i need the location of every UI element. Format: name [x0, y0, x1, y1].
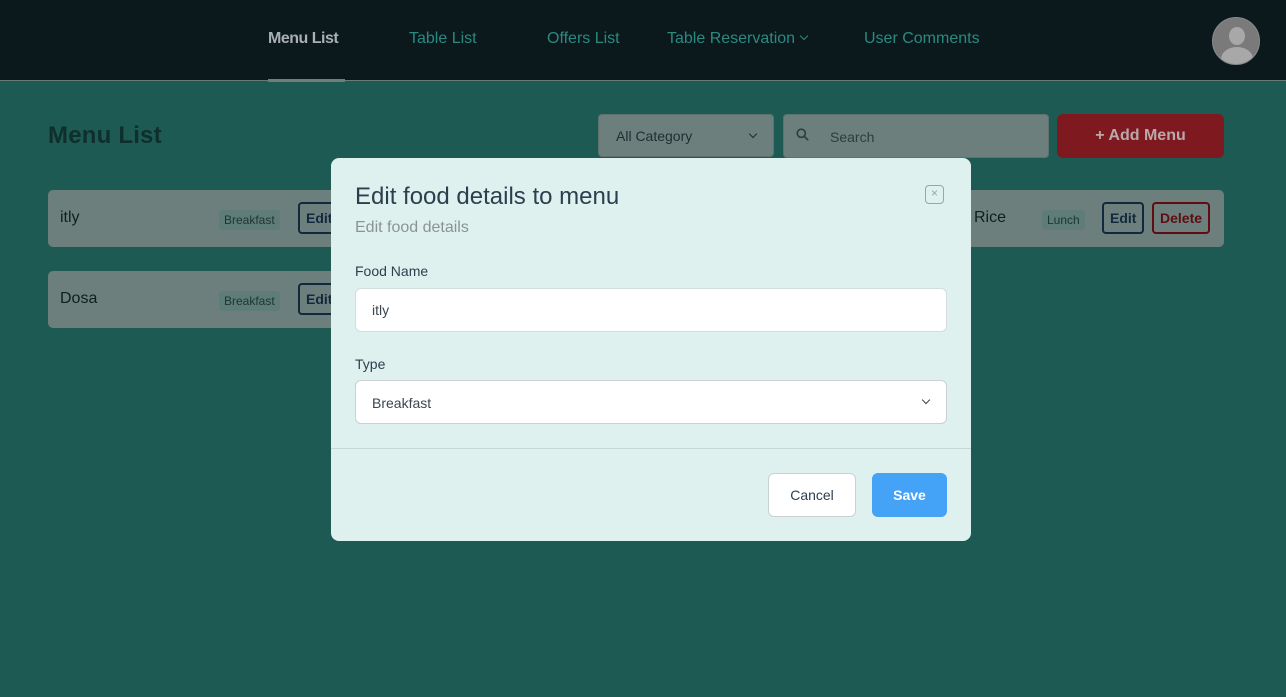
edit-button[interactable]: Edit [1102, 202, 1145, 234]
food-name-input[interactable] [355, 288, 947, 332]
active-tab-indicator [268, 79, 345, 82]
delete-button[interactable]: Delete [1152, 202, 1211, 234]
menu-card: Rice Lunch Edit Delete [940, 190, 1224, 247]
avatar-body [1221, 47, 1253, 64]
nav-item-menu-list[interactable]: Menu List [268, 30, 339, 52]
nav-item-offers-list[interactable]: Offers List [547, 30, 620, 52]
chevron-down-icon [921, 395, 931, 405]
nav-item-table-reservation-label: Table Reservation [667, 30, 796, 47]
type-label: Type [355, 356, 386, 372]
search-box [783, 114, 1049, 158]
avatar-head [1229, 27, 1245, 45]
type-select-value: Breakfast [372, 395, 432, 411]
menu-card: itly Breakfast Edit [48, 190, 348, 247]
user-avatar-icon[interactable] [1212, 17, 1260, 65]
type-select[interactable]: Breakfast [355, 380, 947, 424]
modal-subtitle: Edit food details [355, 219, 469, 236]
modal-footer-divider [331, 448, 971, 449]
save-button[interactable]: Save [872, 473, 947, 517]
menu-card: Dosa Breakfast Edit [48, 271, 348, 328]
menu-card-type-badge: Breakfast [219, 291, 280, 311]
edit-food-modal: Edit food details to menu Edit food deta… [331, 158, 971, 541]
menu-card-name: Rice [974, 209, 1007, 226]
add-menu-button[interactable]: + Add Menu [1057, 114, 1224, 158]
close-icon[interactable]: × [925, 185, 944, 204]
chevron-down-icon [799, 31, 809, 41]
category-filter-select[interactable]: All Category [598, 114, 774, 157]
modal-title: Edit food details to menu [355, 183, 620, 210]
search-icon [796, 128, 809, 141]
category-filter-value: All Category [616, 128, 693, 144]
top-navbar: Menu List Table List Offers List Table R… [0, 0, 1286, 81]
menu-card-type-badge: Breakfast [219, 210, 280, 230]
page-title: Menu List [48, 122, 162, 149]
food-name-label: Food Name [355, 263, 429, 279]
nav-item-user-comments[interactable]: User Comments [864, 30, 980, 52]
cancel-button[interactable]: Cancel [768, 473, 856, 517]
menu-card-type-badge: Lunch [1042, 210, 1085, 230]
menu-card-name: itly [60, 209, 80, 226]
search-input[interactable] [830, 127, 1030, 147]
menu-card-name: Dosa [60, 290, 98, 307]
nav-item-table-reservation[interactable]: Table Reservation [667, 30, 809, 52]
nav-item-table-list[interactable]: Table List [409, 30, 477, 52]
chevron-down-icon [748, 129, 758, 139]
